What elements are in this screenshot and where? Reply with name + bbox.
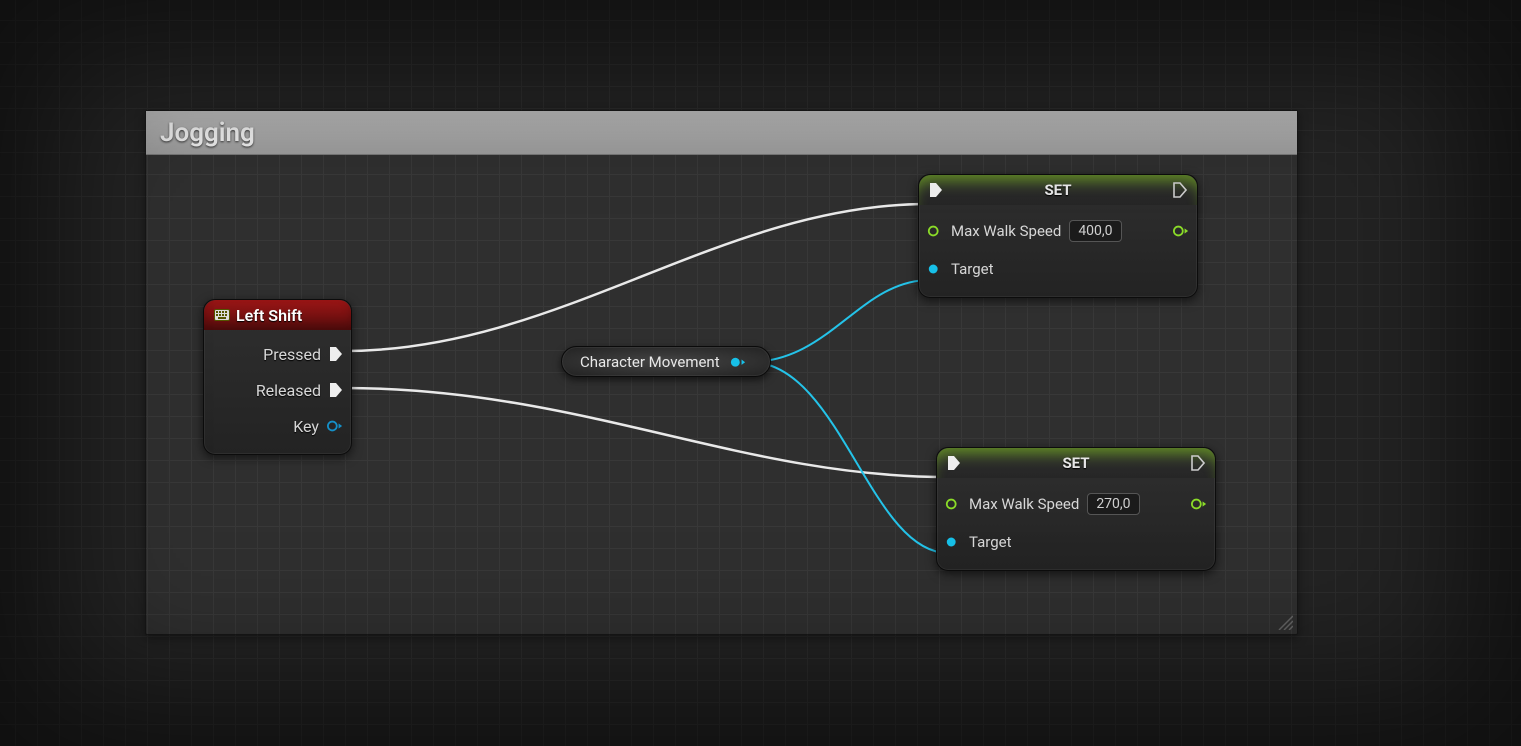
exec-out-icon[interactable]: [1191, 455, 1205, 471]
float-in-icon: [927, 224, 943, 238]
pin-label: Key: [293, 417, 319, 436]
pin-key[interactable]: Key: [212, 408, 343, 444]
comment-header[interactable]: Jogging: [146, 111, 1297, 155]
value-input[interactable]: 400,0: [1069, 220, 1121, 242]
data-out-icon: [327, 419, 343, 433]
float-out-icon[interactable]: [1191, 497, 1207, 511]
exec-in-icon[interactable]: [929, 182, 943, 198]
node-variable-character-movement[interactable]: Character Movement: [561, 346, 771, 377]
pin-label: Target: [951, 260, 994, 278]
exec-out-icon: [329, 346, 343, 362]
node-set-max-walk-speed-released[interactable]: SET Max Walk Speed 270,0 Target: [936, 447, 1216, 571]
variable-label: Character Movement: [580, 353, 720, 371]
exec-in-icon[interactable]: [947, 455, 961, 471]
float-out-icon[interactable]: [1173, 224, 1189, 238]
pin-max-walk-speed[interactable]: Max Walk Speed 400,0: [927, 213, 1122, 249]
node-header[interactable]: SET: [919, 175, 1197, 205]
pin-target[interactable]: Target: [927, 251, 1189, 287]
pin-pressed[interactable]: Pressed: [212, 336, 343, 372]
keyboard-icon: [214, 309, 230, 321]
exec-out-icon: [329, 382, 343, 398]
pin-label: Max Walk Speed: [969, 495, 1079, 513]
node-input-left-shift[interactable]: Left Shift Pressed Released Key: [203, 299, 352, 455]
pin-label: Target: [969, 533, 1012, 551]
object-in-icon: [927, 262, 943, 276]
float-in-icon: [945, 497, 961, 511]
resize-grip-icon[interactable]: [1275, 612, 1293, 630]
node-set-max-walk-speed-pressed[interactable]: SET Max Walk Speed 400,0 Target: [918, 174, 1198, 298]
value-input[interactable]: 270,0: [1087, 493, 1139, 515]
pin-max-walk-speed[interactable]: Max Walk Speed 270,0: [945, 486, 1140, 522]
node-header[interactable]: Left Shift: [204, 300, 351, 330]
pin-released[interactable]: Released: [212, 372, 343, 408]
object-in-icon: [945, 535, 961, 549]
comment-title: Jogging: [160, 118, 255, 148]
pin-target[interactable]: Target: [945, 524, 1207, 560]
pin-label: Max Walk Speed: [951, 222, 1061, 240]
node-title: SET: [919, 181, 1197, 199]
pin-label: Pressed: [263, 345, 321, 364]
data-out-icon: [730, 355, 746, 369]
pin-label: Released: [256, 381, 321, 400]
node-title: Left Shift: [236, 306, 302, 325]
exec-out-icon[interactable]: [1173, 182, 1187, 198]
node-title: SET: [937, 454, 1215, 472]
node-header[interactable]: SET: [937, 448, 1215, 478]
